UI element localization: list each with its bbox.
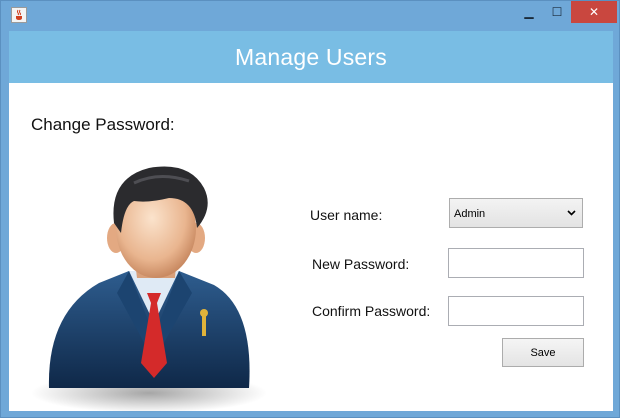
java-cup-icon[interactable]	[11, 7, 27, 23]
username-label: User name:	[310, 207, 383, 223]
businessman-avatar-icon	[31, 166, 267, 413]
confirm-password-field[interactable]	[448, 296, 584, 326]
save-button[interactable]: Save	[502, 338, 584, 367]
confirm-password-label: Confirm Password:	[312, 303, 431, 319]
username-select-value: Admin	[454, 208, 486, 220]
page-title: Manage Users	[235, 43, 387, 70]
close-button[interactable]: ✕	[571, 1, 617, 23]
minimize-button[interactable]: ▁	[515, 1, 543, 23]
new-password-field[interactable]	[448, 248, 584, 278]
main-panel: Manage Users Change Password: User name:…	[9, 31, 613, 413]
title-bar[interactable]: ▁ ☐ ✕	[1, 1, 619, 30]
header-banner: Manage Users	[9, 31, 613, 83]
new-password-label: New Password:	[312, 256, 410, 272]
app-window: ▁ ☐ ✕ Manage Users Change Password: User…	[0, 0, 620, 418]
maximize-button[interactable]: ☐	[543, 1, 571, 23]
section-title: Change Password:	[31, 115, 175, 134]
username-select[interactable]: Admin	[449, 198, 583, 228]
chevron-down-icon	[567, 210, 576, 216]
